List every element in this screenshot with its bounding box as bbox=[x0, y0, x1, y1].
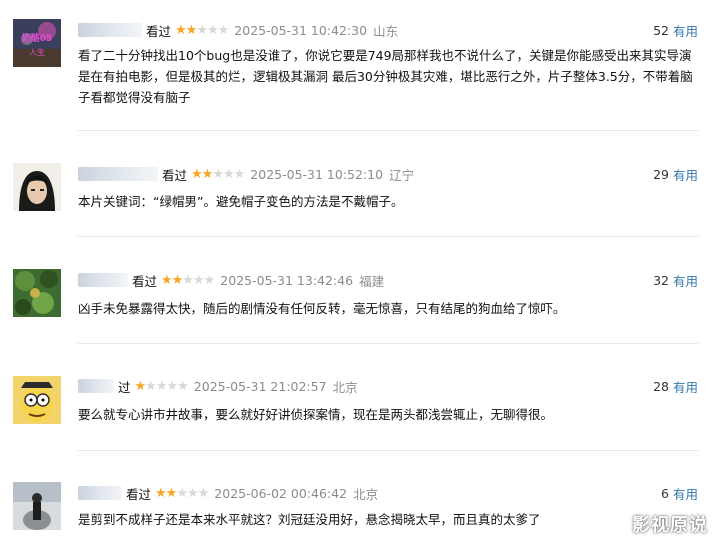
username-redacted[interactable] bbox=[78, 23, 142, 37]
star-icon: ★ bbox=[196, 22, 208, 38]
rating-stars: ★ ★ ★ ★ ★ bbox=[155, 485, 210, 501]
rating-stars: ★ ★ ★ ★ ★ bbox=[175, 22, 230, 38]
useful-count: 29 bbox=[653, 166, 669, 182]
star-icon: ★ bbox=[212, 166, 224, 182]
vote-area: 52 有用 bbox=[653, 20, 698, 40]
watched-label: 过 bbox=[118, 379, 131, 395]
star-icon: ★ bbox=[161, 272, 173, 288]
vote-area: 6 有用 bbox=[661, 483, 698, 503]
review-location: 北京 bbox=[332, 379, 358, 395]
rating-stars: ★ ★ ★ ★ ★ bbox=[161, 272, 216, 288]
rating-stars: ★ ★ ★ ★ ★ bbox=[134, 378, 189, 394]
username-redacted[interactable] bbox=[78, 273, 128, 287]
review-content: 凶手未免暴露得太快，随后的剧情没有任何反转，毫无惊喜，只有结尾的狗血给了惊吓。 bbox=[78, 301, 566, 316]
star-icon: ★ bbox=[166, 378, 178, 394]
star-icon: ★ bbox=[192, 272, 205, 288]
star-icon: ★ bbox=[175, 22, 187, 38]
username-redacted[interactable] bbox=[78, 486, 122, 500]
watched-label: 看过 bbox=[126, 486, 152, 502]
useful-count: 32 bbox=[653, 272, 669, 288]
star-icon: ★ bbox=[217, 22, 230, 38]
avatar[interactable]: 奶酪05 人生 bbox=[13, 19, 61, 67]
review-location: 山东 bbox=[373, 23, 399, 39]
svg-text:人生: 人生 bbox=[29, 47, 45, 57]
star-icon: ★ bbox=[145, 378, 157, 394]
review-content: 看了二十分钟找出10个bug也是没谁了，你说它要是749局那样我也不说什么了，关… bbox=[78, 48, 693, 105]
avatar[interactable] bbox=[13, 376, 61, 424]
avatar[interactable] bbox=[13, 163, 61, 211]
divider bbox=[78, 450, 698, 451]
review-meta: 过 ★ ★ ★ ★ ★ 2025-05-31 21:02:57 北京 bbox=[78, 376, 358, 396]
avatar[interactable] bbox=[13, 482, 61, 530]
review-meta: 看过 ★ ★ ★ ★ ★ 2025-06-02 00:46:42 北京 bbox=[78, 483, 378, 503]
review-content: 要么就专心讲市井故事，要么就好好讲侦探案情，现在是两头都浅尝辄止，无聊得很。 bbox=[78, 407, 554, 422]
review-meta: 看过 ★ ★ ★ ★ ★ 2025-05-31 10:52:10 辽宁 bbox=[78, 164, 414, 184]
vote-area: 32 有用 bbox=[653, 270, 698, 290]
useful-button[interactable]: 有用 bbox=[673, 377, 698, 396]
review-location: 辽宁 bbox=[389, 167, 415, 183]
review-time: 2025-05-31 21:02:57 bbox=[193, 378, 327, 394]
useful-count: 28 bbox=[653, 378, 669, 394]
rating-stars: ★ ★ ★ ★ ★ bbox=[191, 166, 246, 182]
watched-label: 看过 bbox=[162, 167, 188, 183]
review-meta: 看过 ★ ★ ★ ★ ★ 2025-05-31 10:42:30 山东 bbox=[78, 20, 398, 40]
review-content: 本片关键词：“绿帽男”。避免帽子变色的方法是不戴帽子。 bbox=[78, 194, 404, 209]
useful-count: 52 bbox=[653, 22, 669, 38]
username-redacted[interactable] bbox=[78, 379, 114, 393]
star-icon: ★ bbox=[203, 272, 216, 288]
svg-text:奶酪05: 奶酪05 bbox=[21, 32, 53, 44]
star-icon: ★ bbox=[191, 166, 203, 182]
review-time: 2025-06-02 00:46:42 bbox=[214, 485, 348, 501]
divider bbox=[78, 130, 698, 131]
username-redacted[interactable] bbox=[78, 167, 158, 181]
review-location: 福建 bbox=[359, 273, 385, 289]
watched-label: 看过 bbox=[146, 23, 172, 39]
useful-button[interactable]: 有用 bbox=[673, 484, 698, 503]
star-icon: ★ bbox=[155, 378, 168, 394]
star-icon: ★ bbox=[182, 272, 194, 288]
useful-button[interactable]: 有用 bbox=[673, 165, 698, 184]
star-icon: ★ bbox=[165, 485, 178, 501]
review-time: 2025-05-31 10:42:30 bbox=[234, 22, 368, 38]
review-time: 2025-05-31 10:52:10 bbox=[250, 166, 384, 182]
review-meta: 看过 ★ ★ ★ ★ ★ 2025-05-31 13:42:46 福建 bbox=[78, 270, 384, 290]
star-icon: ★ bbox=[185, 22, 198, 38]
watched-label: 看过 bbox=[132, 273, 158, 289]
vote-area: 29 有用 bbox=[653, 164, 698, 184]
review-time: 2025-05-31 13:42:46 bbox=[220, 272, 354, 288]
divider bbox=[78, 343, 698, 344]
star-icon: ★ bbox=[134, 378, 147, 394]
star-icon: ★ bbox=[197, 485, 210, 501]
star-icon: ★ bbox=[222, 166, 235, 182]
vote-area: 28 有用 bbox=[653, 376, 698, 396]
star-icon: ★ bbox=[177, 378, 189, 394]
useful-button[interactable]: 有用 bbox=[673, 21, 698, 40]
star-icon: ★ bbox=[201, 166, 214, 182]
useful-button[interactable]: 有用 bbox=[673, 271, 698, 290]
review-content: 是剪到不成样子还是本来水平就这？刘冠廷没用好，悬念揭晓太早，而且真的太爹了 bbox=[78, 512, 541, 527]
watermark: 影视原说 bbox=[632, 515, 708, 536]
star-icon: ★ bbox=[233, 166, 246, 182]
star-icon: ★ bbox=[206, 22, 219, 38]
star-icon: ★ bbox=[155, 485, 167, 501]
avatar[interactable] bbox=[13, 269, 61, 317]
star-icon: ★ bbox=[171, 272, 184, 288]
divider bbox=[78, 236, 698, 237]
star-icon: ★ bbox=[176, 485, 188, 501]
star-icon: ★ bbox=[186, 485, 199, 501]
review-location: 北京 bbox=[353, 486, 379, 502]
useful-count: 6 bbox=[661, 485, 669, 501]
